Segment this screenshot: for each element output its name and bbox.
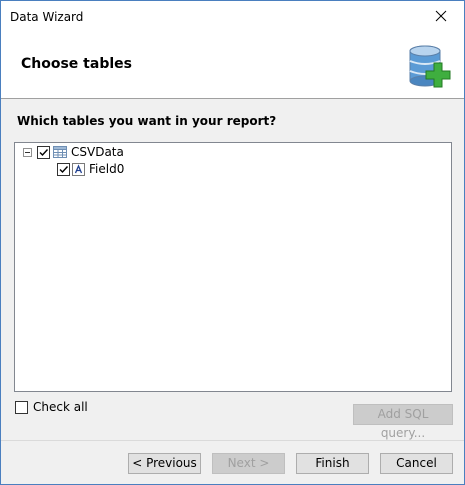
tree-node-label: Field0	[89, 162, 125, 176]
database-add-icon	[409, 45, 451, 88]
finish-button[interactable]: Finish	[296, 453, 369, 474]
field0-checkbox[interactable]	[57, 162, 70, 176]
tables-question-label: Which tables you want in your report?	[17, 114, 277, 128]
page-title: Choose tables	[21, 56, 132, 72]
close-button[interactable]	[418, 1, 464, 32]
previous-button[interactable]: < Previous	[128, 453, 201, 474]
add-sql-query-button[interactable]: Add SQL query...	[353, 404, 453, 440]
checkmark-icon	[39, 148, 49, 156]
collapse-toggle-icon[interactable]	[23, 147, 32, 157]
next-button[interactable]: Next >	[212, 453, 285, 474]
text-field-icon	[72, 162, 85, 176]
close-icon	[435, 10, 447, 22]
footer-divider	[1, 440, 464, 441]
csvdata-checkbox[interactable]	[37, 145, 50, 159]
tables-tree[interactable]: CSVData Field0	[14, 142, 452, 392]
tree-node-label: CSVData	[71, 145, 124, 159]
cancel-button[interactable]: Cancel	[380, 453, 453, 474]
tree-node-field0[interactable]: Field0	[57, 161, 124, 177]
title-bar: Data Wizard	[1, 1, 464, 32]
check-all-checkbox[interactable]	[15, 400, 28, 414]
check-all-option[interactable]: Check all	[15, 400, 88, 414]
check-all-label: Check all	[33, 400, 88, 414]
table-icon	[53, 146, 67, 158]
window-title: Data Wizard	[10, 10, 84, 24]
data-wizard-window: Data Wizard Choose tables Which tables y…	[0, 0, 465, 485]
checkmark-icon	[59, 165, 69, 173]
tree-node-csvdata[interactable]: CSVData	[23, 144, 124, 160]
wizard-header: Choose tables	[1, 32, 464, 99]
